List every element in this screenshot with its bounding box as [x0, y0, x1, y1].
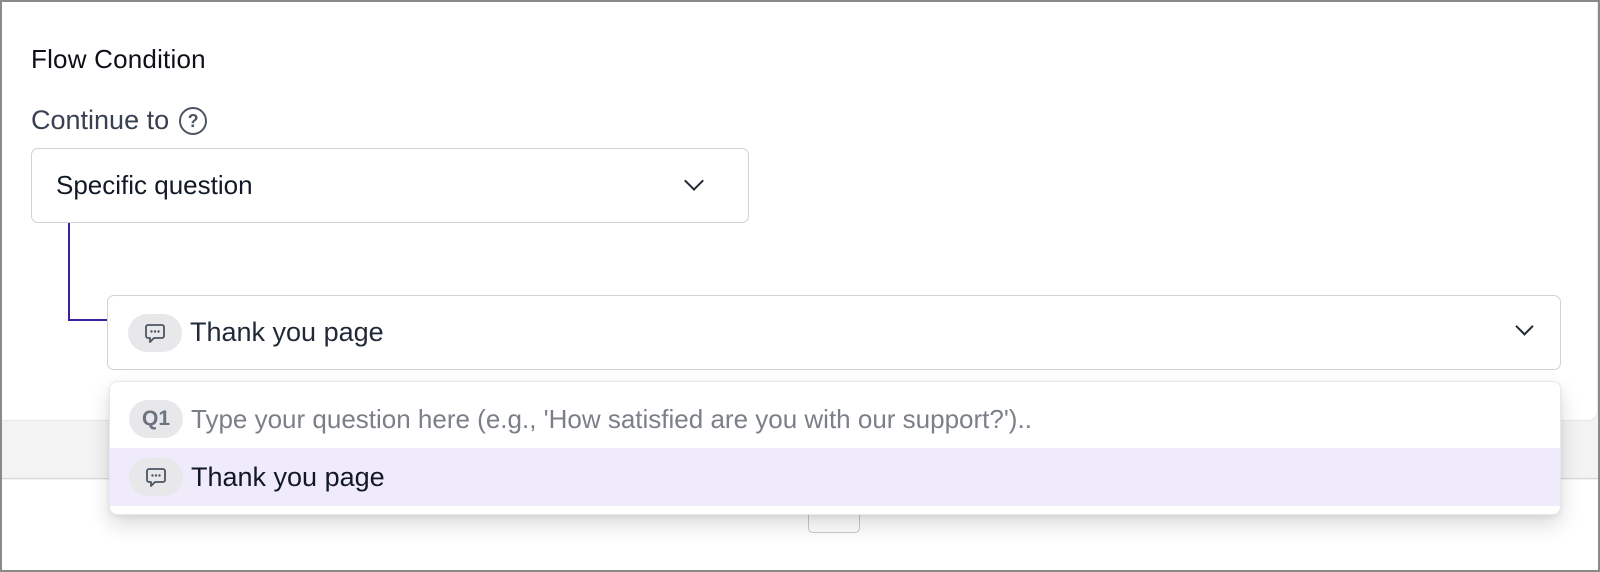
flow-condition-card: Flow Condition Continue to ? Specific qu…	[2, 2, 1598, 421]
help-circle-icon[interactable]: ?	[179, 106, 208, 135]
option-thank-you-label: Thank you page	[191, 461, 385, 492]
target-selected-value: Thank you page	[190, 317, 384, 347]
dropdown-option-thank-you[interactable]: Thank you page	[110, 448, 1560, 506]
option-q1-label: Type your question here (e.g., 'How sati…	[191, 403, 1032, 434]
continue-to-label-row: Continue to ?	[31, 105, 208, 136]
question-number-badge: Q1	[129, 400, 183, 438]
section-title: Flow Condition	[31, 44, 206, 74]
continue-to-label: Continue to	[31, 105, 170, 135]
chevron-down-icon	[1515, 317, 1534, 336]
window-frame: Flow Condition Continue to ? Specific qu…	[0, 0, 1600, 572]
message-bubble-icon	[129, 458, 183, 496]
target-question-select[interactable]: Thank you page	[107, 295, 1561, 370]
continue-to-selected-value: Specific question	[56, 170, 253, 200]
flow-connector-line	[68, 223, 108, 321]
chevron-down-icon	[684, 171, 704, 191]
target-dropdown-menu: Q1 Type your question here (e.g., 'How s…	[109, 381, 1561, 515]
continue-to-select[interactable]: Specific question	[31, 148, 749, 223]
dropdown-option-q1[interactable]: Q1 Type your question here (e.g., 'How s…	[110, 390, 1560, 448]
message-bubble-icon	[128, 313, 182, 352]
